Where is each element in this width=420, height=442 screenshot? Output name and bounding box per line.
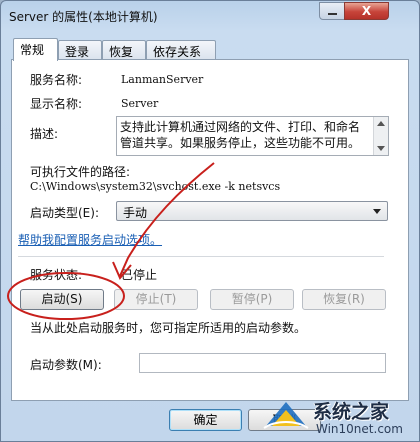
minimize-button[interactable] <box>319 2 345 20</box>
watermark-title: 系统之家 <box>313 401 390 423</box>
stop-button[interactable]: 停止(T) <box>114 289 198 310</box>
display-name-label: 显示名称: <box>30 97 83 111</box>
tab-logon[interactable]: 登录 <box>58 40 102 59</box>
service-name-value: LanmanServer <box>121 73 204 86</box>
start-params-hint: 当从此处启动服务时，您可指定所适用的启动参数。 <box>30 321 307 335</box>
title-bar[interactable]: Server 的属性(本地计算机) X <box>1 1 419 31</box>
description-scrollbar[interactable] <box>373 117 388 155</box>
scroll-down-icon[interactable] <box>377 146 385 151</box>
window-title: Server 的属性(本地计算机) <box>9 10 158 24</box>
watermark-url: Win10net.com <box>316 422 403 436</box>
description-label: 描述: <box>30 127 59 141</box>
service-status-label: 服务状态: <box>30 268 83 282</box>
display-name-value: Server <box>121 97 159 110</box>
start-params-input[interactable] <box>139 353 386 373</box>
help-config-link[interactable]: 帮助我配置服务启动选项。 <box>18 231 162 248</box>
resume-button[interactable]: 恢复(R) <box>302 289 386 310</box>
description-text: 支持此计算机通过网络的文件、打印、和命名管道共享。如果服务停止，这些功能不可用。 <box>120 120 361 150</box>
startup-type-label: 启动类型(E): <box>30 206 99 220</box>
chevron-down-icon <box>373 209 381 214</box>
service-name-label: 服务名称: <box>30 73 83 87</box>
close-button[interactable]: X <box>344 2 389 20</box>
service-status-value: 已停止 <box>121 268 158 282</box>
ok-button[interactable]: 确定 <box>169 409 242 431</box>
description-box[interactable]: 支持此计算机通过网络的文件、打印、和命名管道共享。如果服务停止，这些功能不可用。 <box>116 116 389 156</box>
path-label: 可执行文件的路径: <box>30 165 131 179</box>
scroll-up-icon[interactable] <box>377 121 385 126</box>
minimize-icon <box>328 13 337 15</box>
startup-type-value: 手动 <box>123 206 148 220</box>
path-value: C:\Windows\system32\svchost.exe -k netsv… <box>30 180 281 193</box>
pause-button[interactable]: 暂停(P) <box>210 289 294 310</box>
tab-dependencies[interactable]: 依存关系 <box>146 40 216 59</box>
properties-window: Server 的属性(本地计算机) X 常规 登录 恢复 依存关系 服务名称: … <box>0 0 420 442</box>
tab-general[interactable]: 常规 <box>13 38 58 61</box>
start-params-label: 启动参数(M): <box>30 358 102 372</box>
start-button[interactable]: 启动(S) <box>20 289 104 310</box>
divider <box>18 256 384 257</box>
close-icon: X <box>361 4 372 18</box>
startup-type-select[interactable]: 手动 <box>116 201 388 221</box>
tab-recovery[interactable]: 恢复 <box>102 40 146 59</box>
watermark-logo-icon <box>263 402 309 429</box>
